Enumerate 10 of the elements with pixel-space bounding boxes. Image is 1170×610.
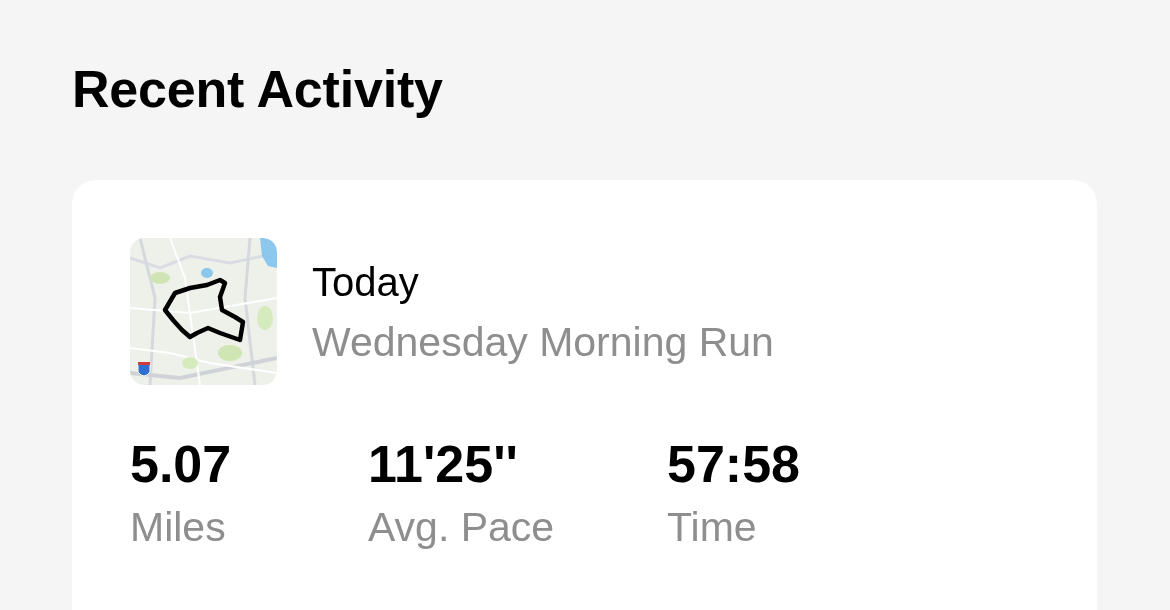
activity-card[interactable]: Today Wednesday Morning Run 5.07 Miles 11'25'' Avg. Pace 57:58 Time (72, 180, 1097, 610)
stat-label: Miles (130, 503, 226, 551)
stat-value: 57:58 (667, 434, 800, 494)
stat-label: Time (667, 503, 757, 551)
stat-value: 5.07 (130, 434, 232, 494)
stat-value: 11'25'' (368, 434, 518, 494)
activity-name: Wednesday Morning Run (312, 317, 774, 366)
stat-label: Avg. Pace (368, 503, 555, 551)
section-title: Recent Activity (72, 59, 443, 119)
activity-date: Today (312, 258, 419, 306)
